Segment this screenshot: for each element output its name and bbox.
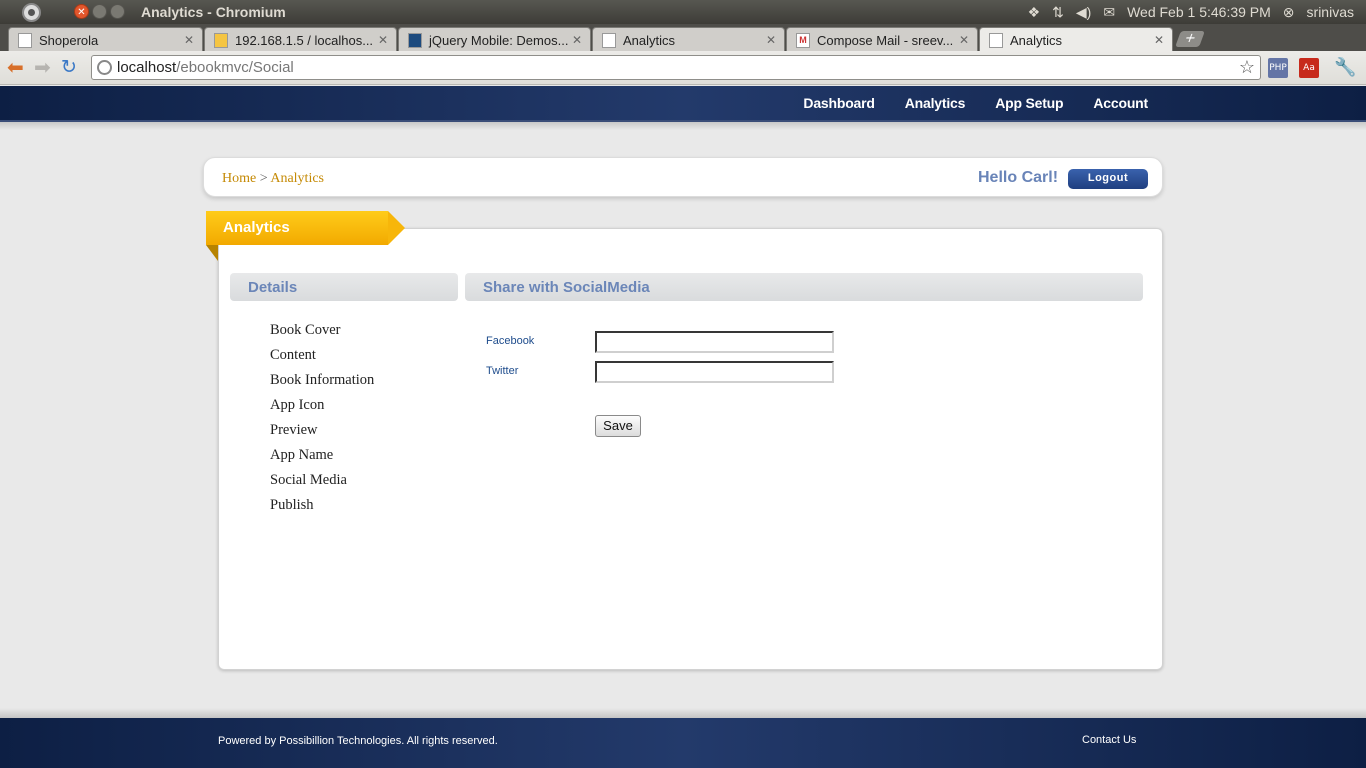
details-item-content[interactable]: Content [270,346,374,371]
tab-analytics[interactable]: Analytics ✕ [592,27,785,51]
details-item-book-cover[interactable]: Book Cover [270,321,374,346]
new-tab-button[interactable]: + [1175,31,1205,47]
tab-strip: Shoperola ✕ 192.168.1.5 / localhos... ✕ … [0,24,1366,52]
mail-icon[interactable]: ✉ [1103,4,1115,21]
user-name[interactable]: srinivas [1307,4,1354,20]
gmail-icon: M [796,33,810,48]
network-icon[interactable]: ⇅ [1052,4,1064,21]
tab-analytics-active[interactable]: Analytics ✕ [979,27,1173,52]
footer-copyright: Powered by Possibillion Technologies. Al… [218,735,498,747]
nav-dashboard[interactable]: Dashboard [788,86,889,120]
reload-icon[interactable]: ↻ [61,57,77,77]
logout-button[interactable]: Logout [1068,169,1148,189]
bookmark-star-icon[interactable]: ☆ [1239,57,1255,78]
page-title: Analytics [223,219,290,236]
tab-close-icon[interactable]: ✕ [378,33,388,47]
contact-us-link[interactable]: Contact Us [1082,734,1136,746]
site-nav: Dashboard Analytics App Setup Account [788,86,1163,120]
browser-toolbar: ⬅ ➡ ↻ localhost/ebookmvc/Social ☆ PHP Aa… [0,51,1366,85]
breadcrumb-home[interactable]: Home [222,171,256,186]
twitter-input[interactable] [595,361,834,383]
forward-arrow-icon[interactable]: ➡ [34,57,51,77]
tab-label: jQuery Mobile: Demos... [429,33,569,48]
nav-app-setup[interactable]: App Setup [980,86,1078,120]
tab-close-icon[interactable]: ✕ [959,33,969,47]
wrench-icon[interactable]: 🔧 [1334,58,1356,78]
details-heading: Details [230,273,458,301]
details-item-book-information[interactable]: Book Information [270,371,374,396]
tab-jquery-mobile[interactable]: jQuery Mobile: Demos... ✕ [398,27,591,51]
ubuntu-logo-icon[interactable] [22,3,41,22]
details-item-social-media[interactable]: Social Media [270,471,374,496]
address-bar[interactable]: localhost/ebookmvc/Social ☆ [91,55,1261,80]
page-icon [989,33,1003,48]
facebook-input[interactable] [595,331,834,353]
page-icon [602,33,616,48]
tab-close-icon[interactable]: ✕ [572,33,582,47]
details-item-app-name[interactable]: App Name [270,446,374,471]
globe-icon [97,60,112,75]
tab-label: Analytics [623,33,676,48]
tab-phpmyadmin[interactable]: 192.168.1.5 / localhos... ✕ [204,27,397,51]
share-heading: Share with SocialMedia [465,273,1143,301]
jquery-icon [408,33,422,48]
nav-analytics[interactable]: Analytics [890,86,980,120]
page-icon [18,33,32,48]
twitter-label: Twitter [486,365,519,377]
tab-label: Compose Mail - sreev... [817,33,954,48]
details-item-preview[interactable]: Preview [270,421,374,446]
clock[interactable]: Wed Feb 1 5:46:39 PM [1127,4,1271,20]
window-minimize-button[interactable] [92,4,107,19]
save-button[interactable]: Save [595,415,641,437]
tab-label: Analytics [1010,33,1063,48]
dropbox-icon[interactable]: ❖ [1028,4,1041,21]
site-footer: Powered by Possibillion Technologies. Al… [0,718,1366,768]
user-status-icon[interactable]: ⊗ [1283,4,1295,21]
ribbon-tip [388,211,405,245]
details-item-publish[interactable]: Publish [270,496,374,521]
tab-compose-mail[interactable]: M Compose Mail - sreev... ✕ [786,27,978,51]
breadcrumb: Home > Analytics [222,171,324,187]
site-header: Dashboard Analytics App Setup Account [0,86,1366,122]
header-shadow [0,122,1366,130]
nav-account[interactable]: Account [1078,86,1163,120]
tab-close-icon[interactable]: ✕ [1154,33,1164,47]
tab-close-icon[interactable]: ✕ [766,33,776,47]
page-title-ribbon: Analytics [206,211,405,245]
pma-icon [214,33,228,48]
ribbon-fold [206,245,218,261]
tab-close-icon[interactable]: ✕ [184,33,194,47]
tab-label: Shoperola [39,33,99,48]
breadcrumb-current[interactable]: Analytics [270,171,324,186]
tab-shoperola[interactable]: Shoperola ✕ [8,27,203,51]
os-top-bar: ✕ Analytics - Chromium ❖ ⇅ ◀) ✉ Wed Feb … [0,0,1366,24]
php-extension-icon[interactable]: PHP [1268,58,1288,78]
window-title: Analytics - Chromium [141,4,286,20]
details-item-app-icon[interactable]: App Icon [270,396,374,421]
back-arrow-icon[interactable]: ⬅ [7,57,24,77]
window-close-button[interactable]: ✕ [74,4,89,19]
tab-label: 192.168.1.5 / localhos... [235,33,374,48]
breadcrumb-separator: > [256,171,271,186]
greeting: Hello Carl! [978,169,1059,186]
facebook-label: Facebook [486,335,535,347]
url-path: /ebookmvc/Social [176,59,294,76]
aa-extension-icon[interactable]: Aa [1299,58,1319,78]
details-list: Book Cover Content Book Information App … [270,321,374,521]
window-maximize-button[interactable] [110,4,125,19]
breadcrumb-bar: Home > Analytics Hello Carl! Logout [203,157,1163,197]
system-tray: ❖ ⇅ ◀) ✉ Wed Feb 1 5:46:39 PM ⊗ srinivas [1028,4,1354,21]
footer-shadow [0,708,1366,718]
volume-icon[interactable]: ◀) [1076,4,1091,21]
url-host: localhost [117,59,177,76]
